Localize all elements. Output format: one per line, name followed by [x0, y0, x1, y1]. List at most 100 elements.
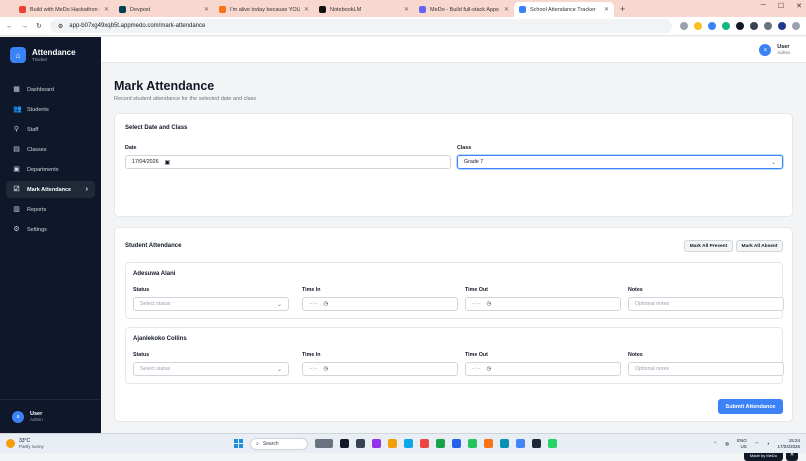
mark-all-present-button[interactable]: Mark All Present — [684, 240, 733, 252]
student-row: Ajanlekoko Collins Status Select status ⌄ Ti… — [125, 327, 784, 384]
volume-icon[interactable]: ◖ — [767, 441, 770, 446]
time-out-input[interactable]: --:-- ◷ — [465, 362, 621, 376]
forward-icon[interactable]: → — [21, 23, 28, 30]
maximize-icon[interactable]: ☐ — [778, 2, 784, 10]
browser-tab[interactable]: School Attendance Tracker ✕ — [514, 2, 614, 17]
sidebar-item-settings[interactable]: ⚙ Settings — [6, 221, 95, 238]
minimize-icon[interactable]: ─ — [761, 2, 766, 10]
browser-tab[interactable]: MeDo - Build full-stack Apps W ✕ — [414, 2, 514, 17]
sidebar-user[interactable]: a User Admin — [0, 399, 101, 433]
sidebar-item-staff[interactable]: ⚲ Staff — [6, 121, 95, 138]
windows-start-icon[interactable] — [234, 439, 243, 448]
browser-tab[interactable]: I'm alive today because YOU' ✕ — [214, 2, 314, 17]
avatar[interactable]: a — [759, 43, 772, 56]
reload-icon[interactable]: ↻ — [36, 22, 42, 30]
task-view-icon[interactable] — [340, 439, 349, 448]
tab-close-icon[interactable]: ✕ — [504, 6, 509, 13]
time-in-input[interactable]: --:-- ◷ — [302, 362, 458, 376]
clock-icon[interactable]: ◷ — [324, 301, 329, 307]
notes-label: Notes — [628, 287, 643, 293]
notes-input[interactable]: Optional notes — [628, 362, 784, 376]
chevron-down-icon: ⌄ — [770, 159, 776, 166]
whatsapp-icon[interactable] — [548, 439, 557, 448]
bookmark-star-icon[interactable] — [694, 22, 702, 30]
clock-icon[interactable]: ◷ — [487, 301, 492, 307]
topbar: a User Admin — [101, 37, 806, 63]
weather-widget[interactable]: 33°C Partly sunny — [6, 438, 156, 449]
tab-label: NotebookLM — [330, 6, 362, 13]
favicon-icon — [319, 6, 326, 13]
app-icon[interactable] — [500, 439, 509, 448]
favicon-icon — [219, 6, 226, 13]
vlc-icon[interactable] — [484, 439, 493, 448]
clock-icon[interactable]: ◷ — [324, 366, 329, 372]
extension-icon[interactable] — [722, 22, 730, 30]
brand[interactable]: ⌂ Attendance Tracker — [0, 37, 101, 73]
browser-tab[interactable]: Devpost ✕ — [114, 2, 214, 17]
users-icon: 👥 — [13, 106, 22, 113]
sidebar-item-reports[interactable]: ▥ Reports — [6, 201, 95, 218]
puzzle-icon[interactable] — [764, 22, 772, 30]
status-label: Status — [133, 352, 150, 358]
app-icon[interactable] — [420, 439, 429, 448]
sidebar-item-classes[interactable]: ▤ Classes — [6, 141, 95, 158]
extension-icon[interactable] — [750, 22, 758, 30]
student-attendance-card: Student Attendance Mark All Present Mark… — [114, 227, 793, 422]
chrome-icon[interactable] — [468, 439, 477, 448]
language-indicator[interactable]: ENG US — [737, 438, 747, 450]
time-in-input[interactable]: --:-- ◷ — [302, 297, 458, 311]
app-icon[interactable] — [532, 439, 541, 448]
clock[interactable]: 15:24 17/04/2026 — [777, 438, 800, 450]
tab-close-icon[interactable]: ✕ — [304, 6, 309, 13]
file-explorer-icon[interactable] — [388, 439, 397, 448]
chevron-up-icon[interactable]: ⌃ — [713, 441, 717, 447]
class-select[interactable]: Grade 7 ⌄ — [457, 155, 783, 169]
submit-attendance-button[interactable]: Submit Attendance — [718, 399, 783, 414]
translate-icon[interactable] — [680, 22, 688, 30]
edge-icon[interactable] — [404, 439, 413, 448]
status-select[interactable]: Select status ⌄ — [133, 362, 289, 376]
url-field[interactable]: ⚙ app-b07xg49xqb5t.appmedo.com/mark-atte… — [49, 19, 672, 33]
new-tab-icon[interactable]: + — [620, 4, 625, 14]
site-info-icon[interactable]: ⚙ — [58, 23, 63, 30]
sidebar-item-dashboard[interactable]: ▦ Dashboard — [6, 81, 95, 98]
mark-all-absent-button[interactable]: Mark All Absent — [736, 240, 783, 252]
tab-close-icon[interactable]: ✕ — [404, 6, 409, 13]
time-out-input[interactable]: --:-- ◷ — [465, 297, 621, 311]
user-role: Admin — [777, 50, 790, 55]
profile-avatar[interactable] — [778, 22, 786, 30]
sidebar-item-mark-attendance[interactable]: ☑ Mark Attendance › — [6, 181, 95, 198]
app-icon[interactable] — [356, 439, 365, 448]
lang-code: ENG — [737, 437, 747, 443]
app-tray-icon[interactable]: ◍ — [725, 441, 729, 447]
tab-close-icon[interactable]: ✕ — [104, 6, 109, 13]
extension-icon[interactable] — [736, 22, 744, 30]
page-subtitle: Record student attendance for the select… — [114, 96, 257, 102]
copilot-icon[interactable] — [315, 439, 333, 448]
close-icon[interactable]: ✕ — [796, 2, 802, 10]
taskbar-search[interactable]: ⌕ Search — [250, 437, 308, 450]
tab-close-icon[interactable]: ✕ — [604, 6, 609, 13]
brand-title: Attendance — [32, 48, 76, 57]
wifi-icon[interactable]: ◠ — [755, 441, 759, 447]
date-input[interactable]: 17/04/2026 ▣ — [125, 155, 451, 169]
notes-input[interactable]: Optional notes — [628, 297, 784, 311]
clock-icon[interactable]: ◷ — [487, 366, 492, 372]
search-icon: ⌕ — [256, 440, 259, 447]
status-select[interactable]: Select status ⌄ — [133, 297, 289, 311]
calendar-icon[interactable]: ▣ — [165, 159, 171, 166]
extension-icon[interactable] — [708, 22, 716, 30]
browser-tab[interactable]: Build with MeDo Hackathon - ✕ — [14, 2, 114, 17]
favicon-icon — [519, 6, 526, 13]
sidebar-item-students[interactable]: 👥 Students — [6, 101, 95, 118]
browser-tab[interactable]: NotebookLM ✕ — [314, 2, 414, 17]
back-icon[interactable]: ← — [6, 23, 13, 30]
app-icon[interactable] — [452, 439, 461, 448]
chrome-icon[interactable] — [516, 439, 525, 448]
sidebar-item-departments[interactable]: ▣ Departments — [6, 161, 95, 178]
student-name: Adesuwa Alani — [133, 271, 176, 277]
app-icon[interactable] — [372, 439, 381, 448]
app-icon[interactable] — [436, 439, 445, 448]
tab-close-icon[interactable]: ✕ — [204, 6, 209, 13]
menu-kebab-icon[interactable] — [792, 22, 800, 30]
